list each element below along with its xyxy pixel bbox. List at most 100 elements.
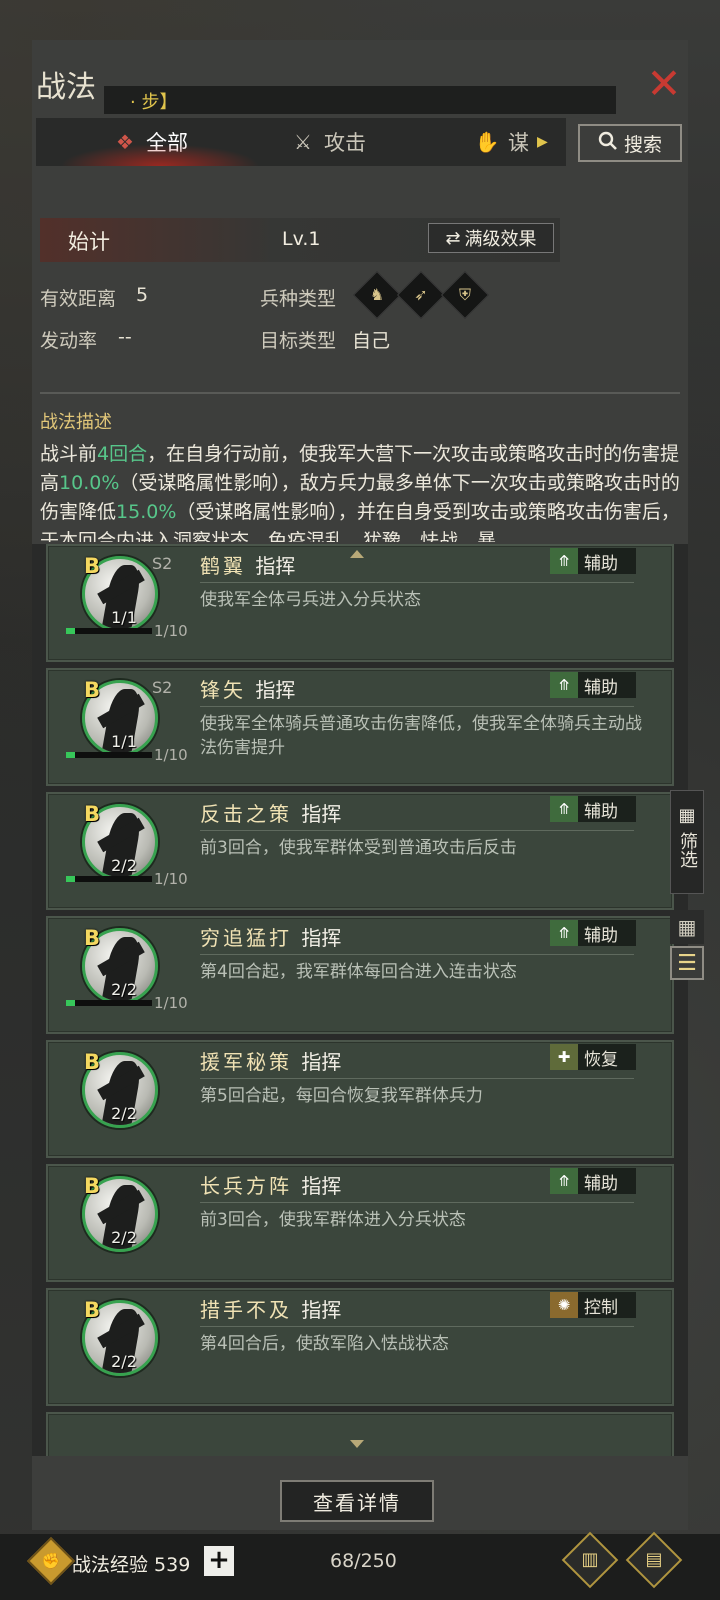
- assist-icon: ⤊: [550, 1168, 578, 1194]
- skill-card[interactable]: B 2/2 援军秘策 指挥 ✚ 恢复 第5回合起，每回合恢复我军群体兵力: [46, 1040, 674, 1158]
- scroll-icon: ▥: [581, 1549, 599, 1570]
- count-label: 2/2: [111, 1228, 137, 1247]
- target-type-value: 自己: [352, 330, 391, 352]
- grade-badge: B: [84, 1298, 101, 1322]
- tab-attack[interactable]: ⚔ 攻击: [290, 118, 366, 166]
- skill-card-partial[interactable]: [46, 1412, 674, 1456]
- max-level-effect-button[interactable]: ⇄ 满级效果: [428, 223, 554, 253]
- trigger-rate-label: 发动率: [40, 330, 98, 352]
- count-label: 1/1: [111, 732, 137, 751]
- count-label: 2/2: [111, 980, 137, 999]
- card-description: 前3回合，使我军群体进入分兵状态: [200, 1210, 466, 1230]
- progress-text: 1/10: [154, 994, 188, 1012]
- grid-icon: ▦: [677, 915, 697, 939]
- skill-name: 始计: [68, 230, 110, 254]
- close-button[interactable]: ✕: [644, 63, 684, 105]
- tag-badge: ⤊ 辅助: [550, 796, 636, 822]
- fan-icon: ✋: [474, 130, 500, 154]
- search-button[interactable]: 搜索: [578, 124, 682, 162]
- max-level-label: 满级效果: [464, 229, 537, 250]
- heal-icon: ✚: [550, 1044, 578, 1070]
- skill-card[interactable]: B 2/2 1/10 反击之策 指挥 ⤊ 辅助 前3回合，使我军群体受到普通攻击后…: [46, 792, 674, 910]
- season-label: S2: [152, 678, 173, 697]
- grade-badge: B: [84, 1174, 101, 1198]
- tab-strategy[interactable]: ✋ 谋 ▶: [474, 118, 548, 166]
- view-details-button[interactable]: 查看详情: [280, 1480, 434, 1522]
- assist-icon: ⤊: [550, 548, 578, 574]
- count-label: 2/2: [111, 856, 137, 875]
- filter-button[interactable]: ▦ 筛选: [670, 790, 704, 894]
- tag-badge: ✚ 恢复: [550, 1044, 636, 1070]
- description-title: 战法描述: [40, 412, 112, 433]
- tab-label: 谋: [508, 131, 529, 155]
- card-name: 穷追猛打 指挥: [200, 926, 342, 950]
- card-name: 长兵方阵 指挥: [200, 1174, 342, 1198]
- grade-badge: B: [84, 678, 101, 702]
- status-link-more[interactable]: 暴: [477, 530, 496, 542]
- skill-card[interactable]: B 2/2 措手不及 指挥 ✺ 控制 第4回合后，使敌军陷入怯战状态: [46, 1288, 674, 1406]
- card-name: 援军秘策 指挥: [200, 1050, 342, 1074]
- range-value: 5: [136, 284, 149, 306]
- close-icon: ✕: [646, 59, 682, 108]
- card-description: 使我军全体骑兵普通攻击伤害降低，使我军全体骑兵主动战法伤害提升: [200, 714, 642, 758]
- assist-icon: ⤊: [550, 920, 578, 946]
- card-divider: [200, 1202, 634, 1203]
- card-description: 前3回合，使我军群体受到普通攻击后反击: [200, 838, 517, 858]
- status-link-hesitation[interactable]: 犹豫: [363, 530, 401, 542]
- card-divider: [200, 954, 634, 955]
- capacity-text: 68/250: [330, 1550, 397, 1572]
- scroll-up-icon[interactable]: [350, 550, 364, 558]
- page-subtitle: · 步】: [130, 92, 178, 113]
- assist-icon: ⤊: [550, 672, 578, 698]
- count-label: 2/2: [111, 1352, 137, 1371]
- tag-badge: ⤊ 辅助: [550, 672, 636, 698]
- list-view-toggle[interactable]: ☰: [670, 946, 704, 980]
- assist-icon: ⤊: [550, 796, 578, 822]
- season-label: S2: [152, 554, 173, 573]
- swap-icon: ⇄: [445, 227, 461, 249]
- skill-card[interactable]: B S2 1/1 1/10 锋矢 指挥 ⤊ 辅助 使我军全体骑兵普通攻击伤害降低，…: [46, 668, 674, 786]
- add-exp-button[interactable]: +: [204, 1546, 234, 1576]
- count-label: 2/2: [111, 1104, 137, 1123]
- filter-label: 筛选: [677, 832, 698, 868]
- card-description: 第4回合后，使敌军陷入怯战状态: [200, 1334, 449, 1354]
- card-description: 第4回合起，我军群体每回合进入连击状态: [200, 962, 517, 982]
- tag-badge: ⤊ 辅助: [550, 920, 636, 946]
- card-description: 第5回合起，每回合恢复我军群体兵力: [200, 1086, 483, 1106]
- skill-card[interactable]: B 2/2 长兵方阵 指挥 ⤊ 辅助 前3回合，使我军群体进入分兵状态: [46, 1164, 674, 1282]
- tab-label: 攻击: [324, 131, 366, 155]
- trigger-rate-value: --: [118, 326, 132, 348]
- card-name: 措手不及 指挥: [200, 1298, 342, 1322]
- progress-bar: [66, 876, 152, 882]
- progress-bar: [66, 752, 152, 758]
- list-icon: ☰: [677, 950, 697, 976]
- card-description: 使我军全体弓兵进入分兵状态: [200, 590, 421, 610]
- subtitle-bar: [104, 86, 616, 114]
- grid-filter-icon: ▦: [678, 805, 696, 826]
- progress-text: 1/10: [154, 622, 188, 640]
- skill-card[interactable]: B 2/2 1/10 穷追猛打 指挥 ⤊ 辅助 第4回合起，我军群体每回合进入连击…: [46, 916, 674, 1034]
- tab-scroll-right-icon[interactable]: ▶: [537, 134, 548, 150]
- status-link-confusion[interactable]: 混乱: [306, 530, 344, 542]
- active-tab-glow: [60, 144, 260, 166]
- count-label: 1/1: [111, 608, 137, 627]
- progress-text: 1/10: [154, 870, 188, 888]
- tag-badge: ⤊ 辅助: [550, 548, 636, 574]
- card-divider: [200, 830, 634, 831]
- divider: [40, 392, 680, 394]
- card-name: 锋矢 指挥: [200, 678, 296, 702]
- skill-level: Lv.1: [282, 228, 321, 250]
- skill-exp-text: 战法经验 539: [72, 1554, 191, 1576]
- bamboo-slips-icon: ▤: [645, 1549, 663, 1570]
- card-name: 鹤翼 指挥: [200, 554, 296, 578]
- status-link-fear[interactable]: 怯战: [420, 530, 458, 542]
- grade-badge: B: [84, 1050, 101, 1074]
- skill-card[interactable]: B S2 1/1 1/10 鹤翼 指挥 ⤊ 辅助 使我军全体弓兵进入分兵状态: [46, 544, 674, 662]
- grid-view-toggle[interactable]: ▦: [670, 910, 704, 944]
- page-title: 战法: [36, 70, 96, 105]
- skill-list[interactable]: B S2 1/1 1/10 鹤翼 指挥 ⤊ 辅助 使我军全体弓兵进入分兵状态 B …: [32, 544, 688, 1456]
- control-icon: ✺: [550, 1292, 578, 1318]
- scroll-down-icon[interactable]: [350, 1440, 364, 1448]
- status-link-insight[interactable]: 洞察: [173, 530, 211, 542]
- progress-bar: [66, 628, 152, 634]
